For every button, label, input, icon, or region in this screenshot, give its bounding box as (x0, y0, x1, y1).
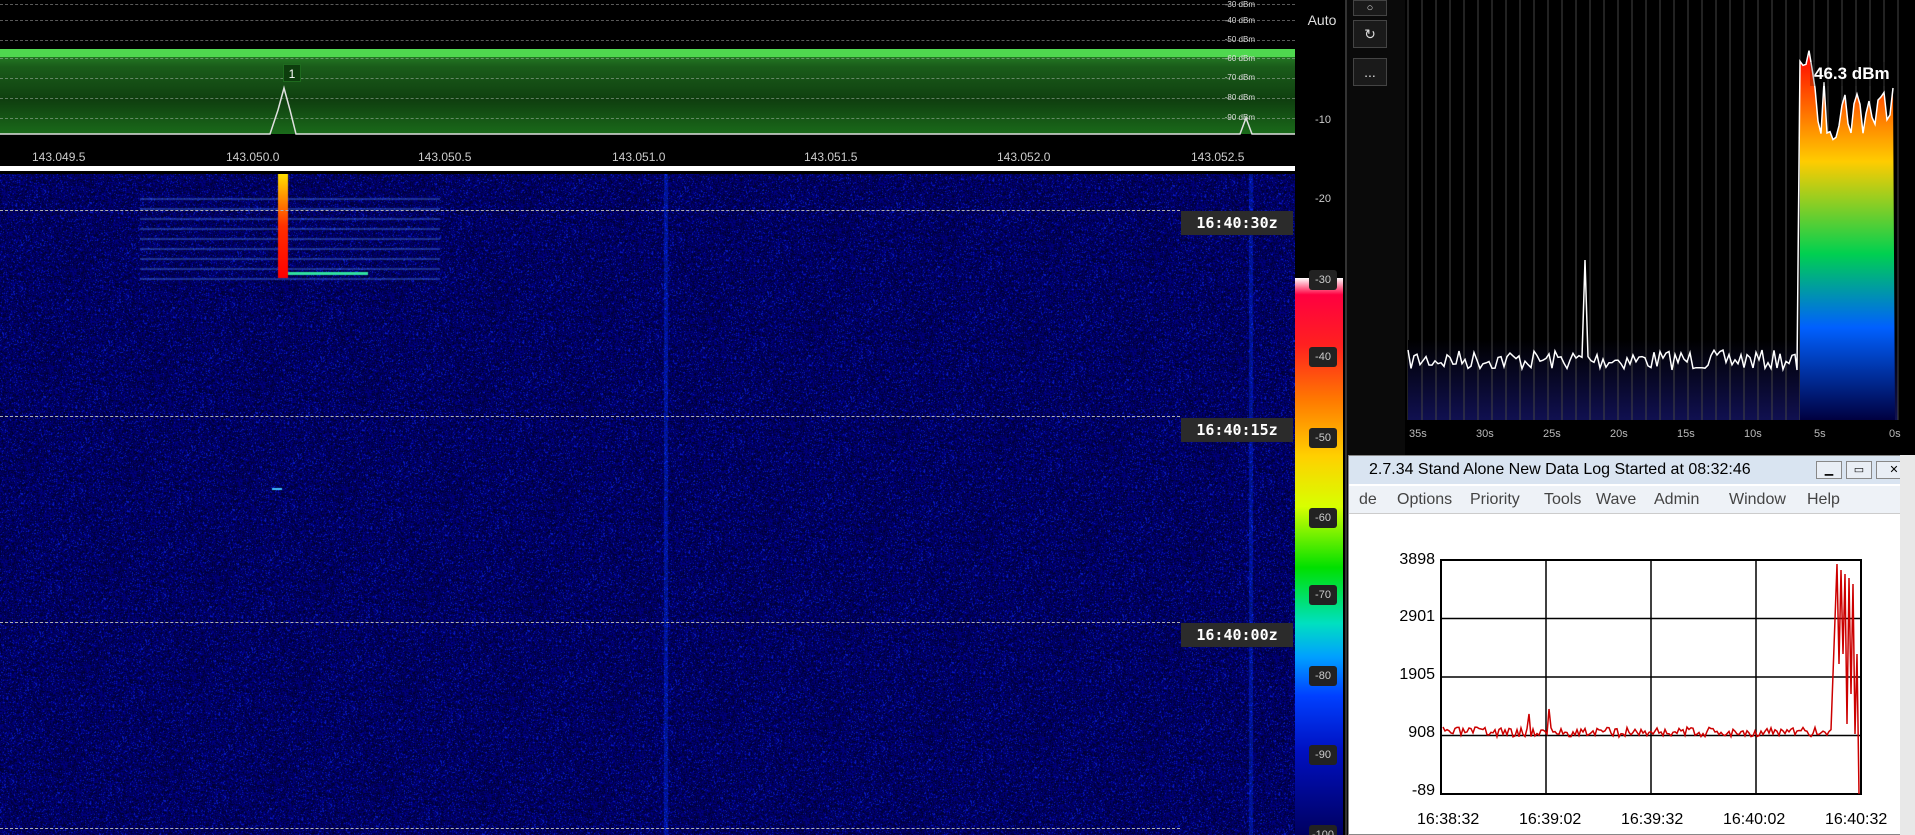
scale-tick: -20 (1315, 193, 1331, 205)
time-gridline (0, 416, 1180, 417)
record-button-icon[interactable]: ○ (1353, 0, 1387, 16)
log-y-tick: 1905 (1399, 666, 1435, 683)
freq-tick: 143.052.0 (997, 150, 1051, 164)
waterfall-display[interactable] (0, 174, 1295, 835)
menu-item-window[interactable]: Window (1729, 491, 1786, 509)
freq-tick: 143.051.0 (612, 150, 666, 164)
scale-tick: -90 (1309, 745, 1337, 765)
log-y-tick: 908 (1408, 724, 1435, 741)
log-x-tick: 16:38:32 (1417, 811, 1480, 828)
menu-item-wave[interactable]: Wave (1596, 491, 1636, 509)
menu-item-options[interactable]: Options (1397, 491, 1452, 509)
meter-x-tick: 0s (1889, 428, 1901, 440)
log-x-tick: 16:39:02 (1519, 811, 1582, 828)
menu-item-admin[interactable]: Admin (1654, 491, 1699, 509)
log-x-tick: 16:39:32 (1621, 811, 1684, 828)
waterfall-time-label: 16:40:15z (1181, 418, 1293, 442)
spectrum-panel: -30 dBm -40 dBm -50 dBm -60 dBm -70 dBm … (0, 0, 1295, 138)
log-y-tick: 3898 (1399, 551, 1435, 568)
scale-tick: -60 (1309, 508, 1337, 528)
scale-tick: -100 (1309, 825, 1337, 835)
spectrum-trace (0, 85, 1295, 135)
minimize-button[interactable]: ▁ (1816, 461, 1842, 479)
refresh-icon[interactable]: ↻ (1353, 20, 1387, 48)
menu-item-help[interactable]: Help (1807, 491, 1840, 509)
scale-tick: -40 (1309, 347, 1337, 367)
scale-tick: -80 (1309, 666, 1337, 686)
freq-tick: 143.051.5 (804, 150, 858, 164)
auto-button[interactable]: Auto (1300, 8, 1344, 32)
frequency-axis: 143.049.5 143.050.0 143.050.5 143.051.0 … (0, 138, 1295, 171)
data-log-window: 2.7.34 Stand Alone New Data Log Started … (1348, 455, 1915, 835)
menu-item-priority[interactable]: Priority (1470, 491, 1520, 509)
meter-signal-fill (1800, 50, 1895, 420)
meter-x-tick: 35s (1409, 428, 1427, 440)
meter-x-tick: 15s (1677, 428, 1695, 440)
scale-tick: -30 (1309, 270, 1337, 290)
sdr-screen: -30 dBm -40 dBm -50 dBm -60 dBm -70 dBm … (0, 0, 1915, 835)
menu-bar: de Options Priority Tools Wave Admin Win… (1349, 486, 1914, 514)
meter-x-tick: 20s (1610, 428, 1628, 440)
signal-marker[interactable]: 1 (283, 64, 301, 82)
freq-tick: 143.052.5 (1191, 150, 1245, 164)
meter-x-tick: 25s (1543, 428, 1561, 440)
freq-tick: 143.049.5 (32, 150, 86, 164)
log-x-tick: 16:40:02 (1723, 811, 1786, 828)
waterfall-time-label: 16:40:00z (1181, 623, 1293, 647)
peak-level-label: 46.3 dBm (1810, 62, 1894, 86)
log-y-tick: -89 (1411, 782, 1435, 799)
time-gridline (0, 828, 1180, 829)
more-options-icon[interactable]: ... (1353, 58, 1387, 86)
time-gridline (0, 210, 1180, 211)
maximize-button[interactable]: ▭ (1846, 461, 1872, 479)
window-scrollbar[interactable] (1900, 455, 1915, 835)
scale-tick: -70 (1309, 585, 1337, 605)
menu-item-mode[interactable]: de (1359, 491, 1377, 509)
time-gridline (0, 622, 1180, 623)
scale-tick: -10 (1315, 114, 1331, 126)
meter-x-tick: 5s (1814, 428, 1826, 440)
log-x-tick: 16:40:32 (1825, 811, 1888, 828)
meter-x-tick: 10s (1744, 428, 1762, 440)
menu-item-tools[interactable]: Tools (1544, 491, 1581, 509)
scale-tick: -50 (1309, 428, 1337, 448)
freq-tick: 143.050.5 (418, 150, 472, 164)
meter-x-tick: 30s (1476, 428, 1494, 440)
log-y-tick: 2901 (1399, 608, 1435, 625)
freq-tick: 143.050.0 (226, 150, 280, 164)
waterfall-time-label: 16:40:30z (1181, 211, 1293, 235)
